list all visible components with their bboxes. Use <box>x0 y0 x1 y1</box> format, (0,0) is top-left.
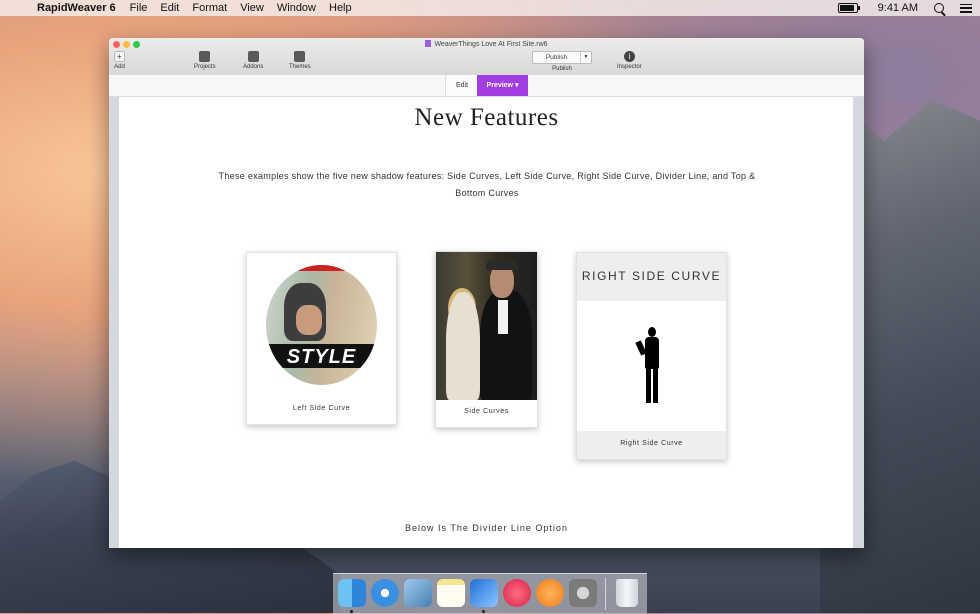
menu-clock[interactable]: 9:41 AM <box>878 2 918 14</box>
itunes-icon[interactable] <box>503 579 531 607</box>
side-curves-caption: Side Curves <box>464 408 509 415</box>
projects-label: Projects <box>194 64 216 70</box>
preview-mode-label: Preview <box>486 82 513 89</box>
notification-center-icon[interactable] <box>960 3 972 13</box>
add-button[interactable]: + Add <box>114 51 125 70</box>
menu-edit[interactable]: Edit <box>160 2 179 14</box>
notes-icon[interactable] <box>437 579 465 607</box>
app-window: WeaverThings Love At First Site.rw6 + Add… <box>109 38 864 548</box>
mode-bar: Edit Preview ▾ <box>109 75 864 97</box>
style-logo-text: STYLE <box>286 346 357 368</box>
menu-extras: 9:41 AM <box>837 0 972 16</box>
plus-icon: + <box>114 51 125 62</box>
finder-icon[interactable] <box>338 579 366 607</box>
spotlight-search-icon[interactable] <box>934 3 944 13</box>
inspector-button[interactable]: i Inspector <box>617 51 642 70</box>
left-side-curve-card: STYLE Left Side Curve <box>246 252 397 425</box>
preview-icon[interactable] <box>404 579 432 607</box>
edit-mode-tab[interactable]: Edit <box>445 75 479 96</box>
side-curves-card: Side Curves <box>435 251 538 428</box>
system-preferences-icon[interactable] <box>569 579 597 607</box>
chevron-down-icon: ▾ <box>514 82 519 89</box>
page-heading: New Features <box>414 104 559 131</box>
battery-icon[interactable] <box>837 3 860 13</box>
right-side-curve-card: RIGHT SIDE CURVE Right Side Curve <box>576 252 727 460</box>
publish-dropdown-icon[interactable]: ▼ <box>580 52 591 63</box>
safari-icon[interactable] <box>371 579 399 607</box>
menu-app-name[interactable]: RapidWeaver 6 <box>37 2 116 14</box>
preview-content[interactable]: New Features These examples show the fiv… <box>109 97 864 548</box>
right-gutter <box>853 97 864 548</box>
publish-button[interactable]: Publish ▼ <box>532 51 592 64</box>
window-title-text: WeaverThings Love At First Site.rw6 <box>434 41 548 48</box>
themes-icon <box>294 51 306 62</box>
window-title: WeaverThings Love At First Site.rw6 <box>109 40 864 48</box>
dock <box>333 573 647 614</box>
right-side-curve-header: RIGHT SIDE CURVE <box>577 253 726 301</box>
title-bar: WeaverThings Love At First Site.rw6 + Add… <box>109 38 864 76</box>
projects-icon <box>199 51 211 62</box>
addons-icon <box>247 51 259 62</box>
publish-control: Publish ▼ Publish <box>532 51 592 72</box>
right-side-curve-caption: Right Side Curve <box>620 440 683 447</box>
menu-file[interactable]: File <box>130 2 148 14</box>
projects-button[interactable]: Projects <box>194 51 216 70</box>
themes-label: Themes <box>289 64 311 70</box>
publish-caption: Publish <box>552 66 572 72</box>
trash-icon[interactable] <box>616 579 638 607</box>
couple-photo-image <box>436 252 537 400</box>
menu-window[interactable]: Window <box>277 2 316 14</box>
intro-text: These examples show the five new shadow … <box>218 171 756 198</box>
divider-section-text: Below Is The Divider Line Option <box>405 523 568 533</box>
style-photo-image: STYLE <box>266 265 377 385</box>
publish-button-label: Publish <box>545 54 568 61</box>
addons-button[interactable]: Addons <box>243 51 263 70</box>
dock-separator <box>605 578 606 610</box>
left-gutter <box>109 97 119 548</box>
silhouette-image <box>577 301 726 431</box>
menu-view[interactable]: View <box>240 2 264 14</box>
ibooks-icon[interactable] <box>536 579 564 607</box>
agent-silhouette-icon <box>635 327 661 403</box>
inspector-label: Inspector <box>617 64 642 70</box>
info-icon: i <box>623 51 635 62</box>
left-side-curve-caption: Left Side Curve <box>292 405 351 412</box>
document-icon <box>425 40 432 47</box>
xcode-icon[interactable] <box>470 579 498 607</box>
menu-bar: RapidWeaver 6 File Edit Format View Wind… <box>0 0 980 16</box>
preview-mode-tab[interactable]: Preview ▾ <box>477 75 528 96</box>
themes-button[interactable]: Themes <box>289 51 311 70</box>
menu-help[interactable]: Help <box>329 2 352 14</box>
addons-label: Addons <box>243 64 264 70</box>
menu-format[interactable]: Format <box>192 2 227 14</box>
add-label: Add <box>114 64 125 70</box>
